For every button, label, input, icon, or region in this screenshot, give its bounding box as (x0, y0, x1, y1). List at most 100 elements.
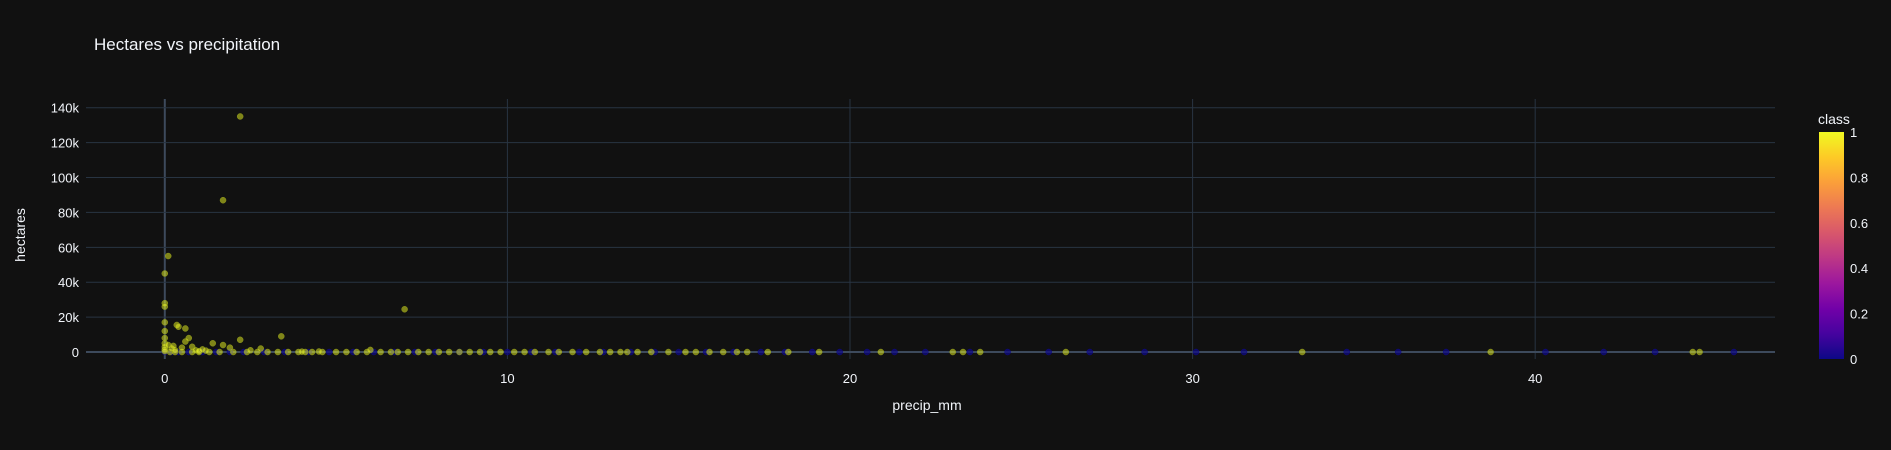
data-point-class-0 (891, 348, 898, 356)
data-point-class-1 (719, 348, 727, 356)
data-point-class-1 (596, 348, 604, 356)
data-point-class-0 (966, 348, 974, 356)
data-point-class-1 (456, 348, 463, 356)
data-point-class-1 (298, 348, 306, 355)
data-point-class-0 (1442, 348, 1450, 356)
data-point-class-1 (274, 348, 282, 356)
data-point-class-1 (257, 345, 264, 352)
x-tick-label: 10 (500, 371, 514, 386)
data-point-class-1 (815, 348, 823, 356)
data-point-class-1 (278, 333, 285, 340)
data-point-class-1 (425, 348, 432, 356)
data-point-class-1 (182, 325, 189, 332)
data-point-class-1 (404, 348, 412, 356)
data-point-class-1 (466, 348, 473, 356)
data-point-class-1 (161, 270, 169, 277)
data-point-class-1 (959, 348, 967, 356)
data-point-class-1 (487, 348, 494, 356)
x-tick-label: 0 (161, 371, 168, 386)
data-point-class-0 (325, 348, 333, 356)
data-point-class-1 (226, 344, 234, 351)
data-point-class-0 (1730, 348, 1738, 356)
data-point-class-1 (284, 348, 292, 356)
data-point-class-0 (1651, 348, 1659, 356)
colorbar-gradient (1819, 132, 1844, 359)
data-point-class-1 (332, 348, 340, 356)
data-point-class-1 (521, 348, 528, 356)
data-point-class-1 (209, 340, 217, 347)
y-tick-labels: 0 20k 40k 60k 80k 100k 120k 140k (51, 101, 80, 360)
scatter-chart: Hectares vs precipitation 0 10 20 30 40 020k… (12, 35, 1868, 413)
colorbar-tick-label: 0.4 (1850, 261, 1868, 276)
data-point-class-1 (949, 348, 957, 356)
colorbar-tick-label: 0.2 (1850, 307, 1868, 322)
data-point-class-1 (445, 348, 453, 356)
data-point-class-1 (161, 303, 169, 310)
data-point-class-1 (170, 342, 177, 350)
data-point-class-1 (377, 348, 384, 356)
data-point-class-1 (401, 306, 408, 313)
colorbar-tick-label: 1 (1850, 125, 1857, 140)
data-point-class-1 (353, 348, 360, 356)
data-point-class-0 (504, 348, 511, 356)
data-point-class-1 (976, 348, 984, 356)
y-tick-label: 80k (58, 205, 79, 220)
data-point-class-1 (606, 348, 614, 356)
data-point-class-0 (675, 348, 682, 356)
data-point-class-1 (315, 348, 323, 355)
y-tick-label: 100k (51, 171, 80, 186)
data-point-class-1 (1487, 348, 1494, 356)
data-point-class-1 (692, 348, 700, 356)
data-point-class-0 (1086, 348, 1094, 356)
colorbar-tick-label: 0.6 (1850, 216, 1868, 231)
data-point-class-1 (743, 348, 751, 356)
data-point-class-0 (757, 348, 765, 356)
data-point-class-1 (1298, 348, 1306, 356)
data-point-class-1 (175, 323, 182, 330)
data-point-class-0 (1343, 348, 1351, 356)
data-point-class-1 (531, 348, 539, 356)
data-point-class-1 (1062, 348, 1070, 356)
x-tick-label: 20 (843, 371, 857, 386)
data-point-class-1 (706, 348, 713, 356)
data-point-class-1 (161, 319, 169, 326)
x-tick-label: 30 (1185, 371, 1199, 386)
data-point-class-1 (497, 348, 504, 356)
data-point-class-1 (1689, 348, 1697, 356)
data-point-class-0 (1600, 348, 1607, 356)
data-point-class-1 (387, 348, 395, 356)
x-tick-label: 40 (1528, 371, 1542, 386)
colorbar-tick-label: 0.8 (1850, 170, 1868, 185)
data-point-class-1 (367, 346, 374, 354)
data-point-class-1 (648, 348, 655, 356)
data-point-class-1 (617, 348, 624, 356)
data-point-class-1 (161, 327, 169, 335)
y-tick-label: 20k (58, 310, 79, 325)
colorbar-tick-labels: 0 0.2 0.4 0.6 0.8 1 (1850, 125, 1868, 367)
y-tick-label: 0 (72, 345, 79, 360)
data-point-class-1 (624, 348, 631, 356)
colorbar-tick-label: 0 (1850, 352, 1857, 367)
data-point-class-1 (733, 348, 741, 356)
data-point-class-0 (809, 348, 816, 356)
x-axis-title: precip_mm (892, 397, 961, 413)
data-point-class-1 (247, 347, 254, 354)
data-point-class-0 (1240, 348, 1248, 356)
y-tick-label: 120k (51, 136, 80, 151)
data-point-class-0 (836, 348, 843, 356)
data-point-class-1 (1696, 348, 1703, 356)
data-point-class-1 (219, 196, 227, 204)
data-point-class-1 (236, 336, 244, 344)
data-point-class-0 (1542, 348, 1549, 356)
data-point-class-1 (476, 348, 484, 356)
data-point-class-0 (863, 348, 871, 356)
data-point-class-1 (199, 346, 206, 353)
data-point-class-1 (394, 348, 402, 356)
y-axis-title: hectares (12, 208, 28, 262)
data-point-class-1 (634, 348, 641, 356)
data-point-class-1 (555, 348, 563, 356)
grid (86, 99, 1775, 359)
data-point-class-1 (264, 348, 271, 356)
colorbar: class 0 0.2 0.4 0.6 0.8 1 (1818, 111, 1868, 367)
x-tick-labels: 0 10 20 30 40 (161, 371, 1542, 386)
